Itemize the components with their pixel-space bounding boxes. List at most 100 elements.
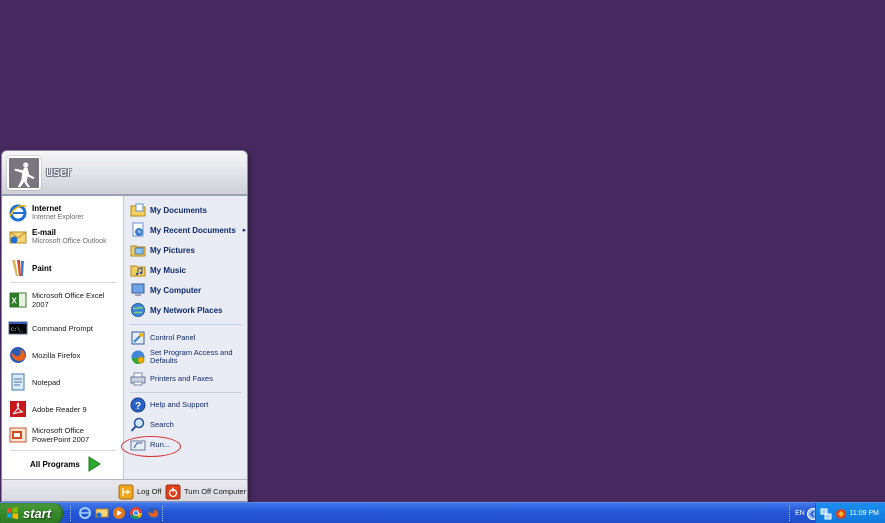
recent-item-paint[interactable]: Paint <box>8 258 52 278</box>
place-my-music-label: My Music <box>150 265 187 275</box>
excel-icon: X <box>8 290 28 310</box>
command-prompt-icon: C:\_ <box>8 318 28 338</box>
pinned-internet[interactable]: Internet Internet Explorer <box>8 203 84 223</box>
setting-printers-faxes-label: Printers and Faxes <box>150 374 213 383</box>
recent-item-powerpoint[interactable]: Microsoft Office PowerPoint 2007 <box>8 425 120 445</box>
security-shield-icon[interactable] <box>835 508 847 520</box>
pinned-email[interactable]: E-mail Microsoft Office Outlook <box>8 227 107 247</box>
setting-printers-faxes[interactable]: Printers and Faxes <box>130 371 213 387</box>
paint-icon <box>8 258 28 278</box>
karate-avatar-icon <box>9 158 39 188</box>
svg-text:X: X <box>12 297 18 306</box>
recent-item-firefox-label: Mozilla Firefox <box>32 350 81 360</box>
tool-search[interactable]: Search <box>130 417 174 433</box>
places-separator <box>130 324 242 325</box>
start-menu: user Internet Internet Explorer E-mail M… <box>1 150 248 502</box>
all-programs-button[interactable]: All Programs <box>30 456 102 472</box>
setting-program-access-label: Set Program Access and Defaults <box>150 348 233 365</box>
network-icon[interactable] <box>820 508 832 520</box>
start-label: start <box>23 506 52 521</box>
place-my-music[interactable]: My Music <box>130 262 186 278</box>
chrome-icon[interactable] <box>129 506 143 520</box>
internet-explorer-icon <box>8 203 28 223</box>
place-my-recent-documents[interactable]: My Recent Documents ▸ <box>130 222 246 238</box>
tool-search-label: Search <box>150 420 174 429</box>
svg-text:C:\_: C:\_ <box>11 327 24 333</box>
recent-item-notepad[interactable]: Notepad <box>8 372 60 392</box>
pinned-internet-subtitle: Internet Explorer <box>32 214 84 221</box>
place-my-documents-label: My Documents <box>150 205 207 215</box>
system-tray: 11:09 PM <box>815 503 885 523</box>
log-off-label: Log Off <box>137 487 162 496</box>
search-icon <box>130 417 146 433</box>
green-arrow-icon <box>86 456 102 472</box>
setting-control-panel[interactable]: Control Panel <box>130 330 195 346</box>
tool-help-support-label: Help and Support <box>150 400 209 409</box>
adobe-reader-icon <box>8 399 28 419</box>
tray-grip[interactable] <box>789 506 792 521</box>
outlook-icon <box>8 227 28 247</box>
windows-logo-icon <box>6 507 19 520</box>
powerpoint-icon <box>8 425 28 445</box>
recent-item-excel-label: Microsoft Office Excel 2007 <box>32 291 105 309</box>
submenu-arrow-icon: ▸ <box>242 227 247 234</box>
recent-item-command-prompt-label: Command Prompt <box>32 323 93 333</box>
turn-off-label: Turn Off Computer <box>184 487 247 496</box>
log-off-icon <box>118 484 134 500</box>
recent-item-adobe-reader[interactable]: Adobe Reader 9 <box>8 399 87 419</box>
all-programs-label: All Programs <box>30 459 80 469</box>
my-computer-icon <box>130 282 146 298</box>
internet-explorer-icon[interactable] <box>78 506 92 520</box>
my-pictures-icon <box>130 242 146 258</box>
place-my-computer-label: My Computer <box>150 285 202 295</box>
quick-launch-grip[interactable] <box>70 506 73 521</box>
run-highlight-circle <box>121 436 181 457</box>
programs-panel: Internet Internet Explorer E-mail Micros… <box>2 196 123 479</box>
my-documents-icon <box>130 202 146 218</box>
place-my-recent-documents-label: My Recent Documents <box>150 225 236 235</box>
place-my-pictures[interactable]: My Pictures <box>130 242 195 258</box>
printers-icon <box>130 371 146 387</box>
start-menu-header: user <box>2 151 247 196</box>
recent-item-command-prompt[interactable]: C:\_ Command Prompt <box>8 318 93 338</box>
setting-program-access[interactable]: Set Program Access and Defaults <box>130 349 236 365</box>
tool-help-support[interactable]: ? Help and Support <box>130 397 208 413</box>
recent-item-powerpoint-label: Microsoft Office PowerPoint 2007 <box>32 426 90 444</box>
recent-item-adobe-reader-label: Adobe Reader 9 <box>32 404 87 414</box>
my-network-places-icon <box>130 302 146 318</box>
media-player-icon[interactable] <box>112 506 126 520</box>
taskbar-grip[interactable] <box>162 506 165 521</box>
control-panel-icon <box>130 330 146 346</box>
notepad-icon <box>8 372 28 392</box>
user-name: user <box>46 164 72 179</box>
clock[interactable]: 11:09 PM <box>850 510 879 517</box>
setting-control-panel-label: Control Panel <box>150 333 196 342</box>
quick-launch <box>78 506 160 520</box>
program-access-icon <box>130 349 146 365</box>
settings-separator <box>130 392 242 393</box>
place-my-computer[interactable]: My Computer <box>130 282 201 298</box>
recent-item-excel[interactable]: X Microsoft Office Excel 2007 <box>8 290 123 310</box>
power-icon <box>165 484 181 500</box>
language-indicator: EN <box>795 510 805 517</box>
firefox-icon <box>8 345 28 365</box>
taskbar: start EN 11:09 PM <box>0 502 885 523</box>
place-my-network-places[interactable]: My Network Places <box>130 302 222 318</box>
place-my-network-places-label: My Network Places <box>150 305 223 315</box>
place-my-pictures-label: My Pictures <box>150 245 195 255</box>
turn-off-button[interactable]: Turn Off Computer <box>165 484 246 500</box>
my-music-icon <box>130 262 146 278</box>
start-button[interactable]: start <box>0 503 63 523</box>
all-programs-separator <box>10 450 116 451</box>
recent-item-firefox[interactable]: Mozilla Firefox <box>8 345 80 365</box>
outlook-icon[interactable] <box>95 506 109 520</box>
pinned-email-title: E-mail <box>32 228 57 237</box>
pinned-internet-title: Internet <box>32 204 62 213</box>
place-my-documents[interactable]: My Documents <box>130 202 207 218</box>
recent-item-paint-label: Paint <box>32 263 52 273</box>
programs-separator <box>10 282 116 283</box>
firefox-icon[interactable] <box>146 506 160 520</box>
user-avatar[interactable] <box>7 156 41 190</box>
help-icon: ? <box>130 397 146 413</box>
log-off-button[interactable]: Log Off <box>118 484 161 500</box>
